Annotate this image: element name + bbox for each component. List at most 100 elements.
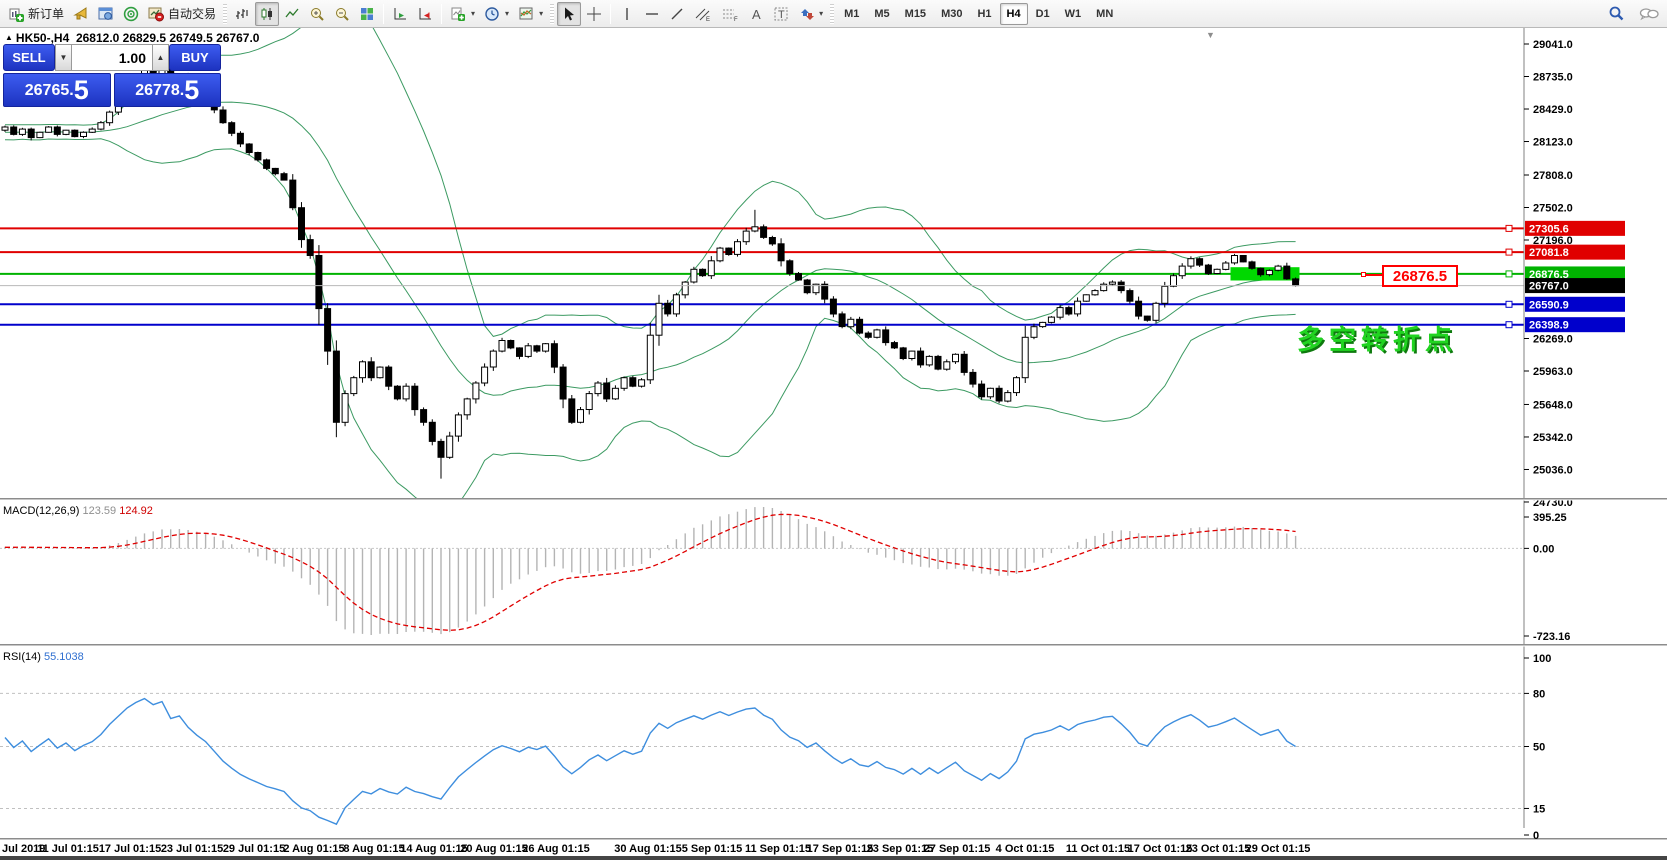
fibonacci-tool-button[interactable]: F <box>717 2 743 26</box>
new-order-button[interactable]: 新订单 <box>4 2 68 26</box>
svg-text:29 Oct 01:15: 29 Oct 01:15 <box>1246 843 1311 855</box>
autotrading-button[interactable]: 自动交易 <box>144 2 220 26</box>
svg-text:28429.0: 28429.0 <box>1533 104 1573 116</box>
templates-button[interactable]: ▾ <box>514 2 547 26</box>
equidistant-channel-tool-button[interactable]: E <box>690 2 716 26</box>
cursor-tool-button[interactable] <box>557 2 581 26</box>
svg-text:28735.0: 28735.0 <box>1533 72 1573 84</box>
tab-timeframe-w1[interactable]: W1 <box>1058 3 1089 25</box>
svg-text:26 Aug 01:15: 26 Aug 01:15 <box>522 843 589 855</box>
svg-text:28123.0: 28123.0 <box>1533 137 1573 149</box>
buy-price-button[interactable]: 26778.5 <box>114 73 222 107</box>
toolbar-grip <box>550 4 554 24</box>
auto-scroll-button[interactable] <box>388 2 412 26</box>
callout-connector <box>1366 274 1382 276</box>
price-tag: 27081.8 <box>1525 245 1625 260</box>
toolbar-separator <box>441 4 442 24</box>
template-icon <box>518 6 534 22</box>
chart-window[interactable]: 29041.028735.028429.028123.027808.027502… <box>0 28 1667 860</box>
tab-timeframe-h1[interactable]: H1 <box>970 3 998 25</box>
price-axis[interactable]: 29041.028735.028429.028123.027808.027502… <box>1524 28 1625 828</box>
rsi-axis[interactable]: 1008050150 <box>1524 653 1551 842</box>
zoom-in-button[interactable] <box>305 2 329 26</box>
svg-text:29 Jul 01:15: 29 Jul 01:15 <box>223 843 285 855</box>
tab-timeframe-d1[interactable]: D1 <box>1029 3 1057 25</box>
vertical-line-tool-button[interactable] <box>615 2 639 26</box>
svg-text:2 Aug 01:15: 2 Aug 01:15 <box>283 843 344 855</box>
indicators-button[interactable]: ▾ <box>446 2 479 26</box>
search-button[interactable] <box>1604 2 1629 26</box>
buy-button[interactable]: BUY <box>169 44 221 71</box>
tab-timeframe-m5[interactable]: M5 <box>867 3 896 25</box>
line-chart-button[interactable] <box>280 2 304 26</box>
svg-text:26590.9: 26590.9 <box>1529 299 1569 311</box>
text-icon: A <box>748 6 764 22</box>
chart-shift-marker-icon[interactable]: ▼ <box>1206 30 1215 40</box>
clock-icon <box>484 6 500 22</box>
svg-text:T: T <box>778 9 785 21</box>
svg-text:-723.16: -723.16 <box>1533 631 1570 643</box>
trendline-tool-button[interactable] <box>665 2 689 26</box>
volume-decrease-button[interactable]: ▼ <box>55 44 72 71</box>
signals-button[interactable] <box>119 2 143 26</box>
text-tool-button[interactable]: A <box>744 2 768 26</box>
svg-text:5 Sep 01:15: 5 Sep 01:15 <box>682 843 743 855</box>
chart-shift-button[interactable] <box>413 2 437 26</box>
channel-icon: E <box>694 6 712 22</box>
zoom-out-button[interactable] <box>330 2 354 26</box>
line-chart-icon <box>284 6 300 22</box>
horizontal-line-icon <box>644 6 660 22</box>
panel-separators[interactable] <box>0 498 1667 841</box>
svg-text:0.00: 0.00 <box>1533 543 1554 555</box>
symbol-triangle-icon: ▲ <box>5 33 13 42</box>
svg-text:11 Oct 01:15: 11 Oct 01:15 <box>1066 843 1130 855</box>
vertical-line-icon <box>619 6 635 22</box>
chat-bubbles-icon <box>1639 6 1659 22</box>
svg-text:8 Aug 01:15: 8 Aug 01:15 <box>343 843 404 855</box>
volume-increase-button[interactable]: ▲ <box>152 44 169 71</box>
market-watch-button[interactable] <box>94 2 118 26</box>
sell-price-button[interactable]: 26765.5 <box>3 73 111 107</box>
price-tag: 26767.0 <box>1525 278 1625 293</box>
search-icon <box>1608 5 1625 22</box>
chart-canvas[interactable]: 29041.028735.028429.028123.027808.027502… <box>0 0 1667 860</box>
main-toolbar: 新订单 自动交易 ▾ ▾ <box>0 0 1667 28</box>
candlesticks <box>2 64 1299 479</box>
horizontal-line-tool-button[interactable] <box>640 2 664 26</box>
tab-timeframe-m1[interactable]: M1 <box>837 3 866 25</box>
signal-icon <box>123 6 139 22</box>
dropdown-caret-icon: ▾ <box>819 9 823 18</box>
tab-timeframe-mn[interactable]: MN <box>1089 3 1120 25</box>
tab-timeframe-m30[interactable]: M30 <box>934 3 969 25</box>
alerts-button[interactable] <box>69 2 93 26</box>
trendline-icon <box>669 6 685 22</box>
crosshair-tool-button[interactable] <box>582 2 606 26</box>
text-label-icon: T <box>773 6 789 22</box>
svg-text:80: 80 <box>1533 688 1545 700</box>
volume-input[interactable]: 1.00 <box>72 44 152 71</box>
bar-chart-button[interactable] <box>230 2 254 26</box>
candlestick-chart-button[interactable] <box>255 2 279 26</box>
svg-text:26269.0: 26269.0 <box>1533 333 1573 345</box>
price-callout-label[interactable]: 26876.5 <box>1382 265 1458 287</box>
time-axis[interactable]: Jul 201911 Jul 01:1517 Jul 01:1523 Jul 0… <box>2 843 1310 855</box>
svg-text:27502.0: 27502.0 <box>1533 202 1573 214</box>
svg-text:25036.0: 25036.0 <box>1533 464 1573 476</box>
turning-point-annotation[interactable]: 多空转折点 <box>1297 318 1457 357</box>
periods-button[interactable]: ▾ <box>480 2 513 26</box>
window-bottom-edge <box>0 856 1667 860</box>
tab-timeframe-h4[interactable]: H4 <box>1000 3 1028 25</box>
chart-shift-icon <box>417 6 433 22</box>
chat-button[interactable] <box>1635 2 1663 26</box>
arrows-tool-button[interactable]: ▾ <box>794 2 827 26</box>
price-tag: 26590.9 <box>1525 297 1625 312</box>
macd-axis[interactable]: 395.250.00-723.16 <box>1524 512 1570 643</box>
price-tag: 26398.9 <box>1525 317 1625 332</box>
tab-timeframe-m15[interactable]: M15 <box>898 3 933 25</box>
sell-button[interactable]: SELL <box>3 44 55 71</box>
fibonacci-icon: F <box>721 6 739 22</box>
text-label-tool-button[interactable]: T <box>769 2 793 26</box>
svg-text:50: 50 <box>1533 742 1545 754</box>
tile-windows-icon <box>359 6 375 22</box>
tile-windows-button[interactable] <box>355 2 379 26</box>
